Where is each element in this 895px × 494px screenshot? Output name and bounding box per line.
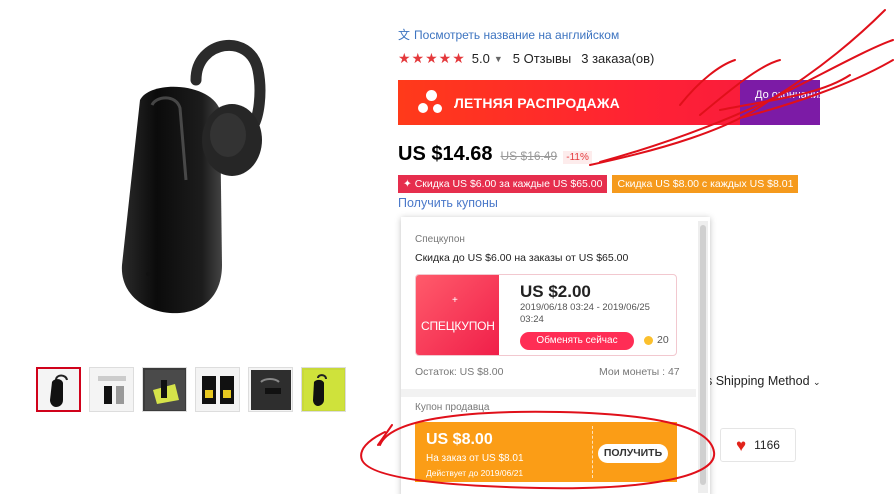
thumbnail-4[interactable] bbox=[195, 367, 240, 412]
special-coupon-heading: Спецкупон bbox=[415, 234, 465, 245]
promo-tags: ✦ Скидка US $6.00 за каждые US $65.00 Ск… bbox=[398, 175, 799, 193]
plus-icon: + bbox=[452, 295, 458, 306]
orders-count: 3 заказа(ов) bbox=[581, 51, 655, 66]
rating-stars-icon: ★★★★★ bbox=[398, 50, 466, 66]
seller-coupon-heading: Купон продавца bbox=[415, 402, 490, 413]
wishlist-button[interactable]: ♥ 1166 bbox=[720, 428, 796, 462]
sale-countdown: До окончания bbox=[740, 80, 820, 125]
rating-score: 5.0 bbox=[471, 51, 490, 66]
chevron-down-icon[interactable]: ▼ bbox=[494, 54, 503, 64]
coupon-type-label: СПЕЦКУПОН bbox=[421, 319, 495, 333]
coupon-left-panel: + СПЕЦКУПОН bbox=[416, 275, 499, 355]
coin-cost: 20 bbox=[657, 334, 669, 346]
old-price: US $16.49 bbox=[500, 149, 558, 163]
promo-tag-seller-coupon[interactable]: Скидка US $8.00 с каждых US $8.01 bbox=[612, 175, 799, 193]
thumbnail-3[interactable] bbox=[142, 367, 187, 412]
seller-coupon-expiry: Действует до 2019/06/21 bbox=[426, 468, 524, 478]
thumbnail-2[interactable] bbox=[89, 367, 134, 412]
coin-icon bbox=[644, 336, 653, 345]
discount-badge: -11% bbox=[563, 151, 592, 164]
seller-coupon-condition: На заказ от US $8.01 bbox=[426, 453, 524, 464]
chevron-down-icon: ⌄ bbox=[813, 377, 821, 387]
popup-scrollbar[interactable] bbox=[698, 221, 708, 493]
current-price: US $14.68 bbox=[398, 143, 493, 165]
special-coupon-description: Скидка до US $6.00 на заказы от US $65.0… bbox=[415, 252, 629, 264]
thumbnail-1[interactable] bbox=[36, 367, 81, 412]
popup-divider bbox=[401, 389, 696, 397]
product-page: 文 Посмотреть название на английском ★★★★★… bbox=[0, 0, 895, 494]
reviews-link[interactable]: 5 Отзывы bbox=[513, 51, 571, 66]
sale-logo-icon bbox=[418, 89, 444, 116]
product-main-image bbox=[121, 39, 266, 314]
seller-coupon-amount: US $8.00 bbox=[426, 431, 493, 448]
thumbnail-strip bbox=[36, 367, 346, 412]
translate-icon: 文 bbox=[398, 28, 411, 42]
price-row: US $14.68 US $16.49 -11% bbox=[398, 143, 592, 166]
remaining-balance: Остаток: US $8.00 bbox=[415, 366, 504, 378]
coupon-popup: Спецкупон Скидка до US $6.00 на заказы о… bbox=[401, 217, 710, 494]
shipping-method-link[interactable]: s Shipping Method ⌄ bbox=[706, 374, 821, 388]
promo-tag-store-discount[interactable]: ✦ Скидка US $6.00 за каждые US $65.00 bbox=[398, 175, 608, 193]
my-coins: Мои монеты : 47 bbox=[599, 366, 680, 378]
seller-coupon-card: US $8.00 На заказ от US $8.01 Действует … bbox=[415, 422, 677, 482]
thumbnail-5[interactable] bbox=[248, 367, 293, 412]
get-coupons-link[interactable]: Получить купоны bbox=[398, 196, 498, 210]
sale-title: ЛЕТНЯЯ РАСПРОДАЖА bbox=[454, 94, 620, 111]
heart-icon: ♥ bbox=[736, 435, 747, 455]
exchange-now-button[interactable]: Обменять сейчас bbox=[520, 332, 634, 350]
coupon-amount: US $2.00 bbox=[520, 282, 591, 301]
get-coupon-button[interactable]: ПОЛУЧИТЬ bbox=[598, 444, 668, 463]
translate-title-link[interactable]: 文 Посмотреть название на английском bbox=[398, 26, 619, 43]
coupon-validity: 2019/06/18 03:24 - 2019/06/25 03:24 bbox=[520, 302, 650, 325]
scrollbar-thumb[interactable] bbox=[700, 225, 706, 485]
rating-row: ★★★★★ 5.0 ▼ 5 Отзывы 3 заказа(ов) bbox=[398, 50, 654, 67]
summer-sale-banner[interactable]: ЛЕТНЯЯ РАСПРОДАЖА До окончания bbox=[398, 80, 820, 125]
special-coupon-card: + СПЕЦКУПОН US $2.00 2019/06/18 03:24 - … bbox=[415, 274, 677, 356]
wishlist-count: 1166 bbox=[754, 438, 780, 452]
thumbnail-6[interactable] bbox=[301, 367, 346, 412]
